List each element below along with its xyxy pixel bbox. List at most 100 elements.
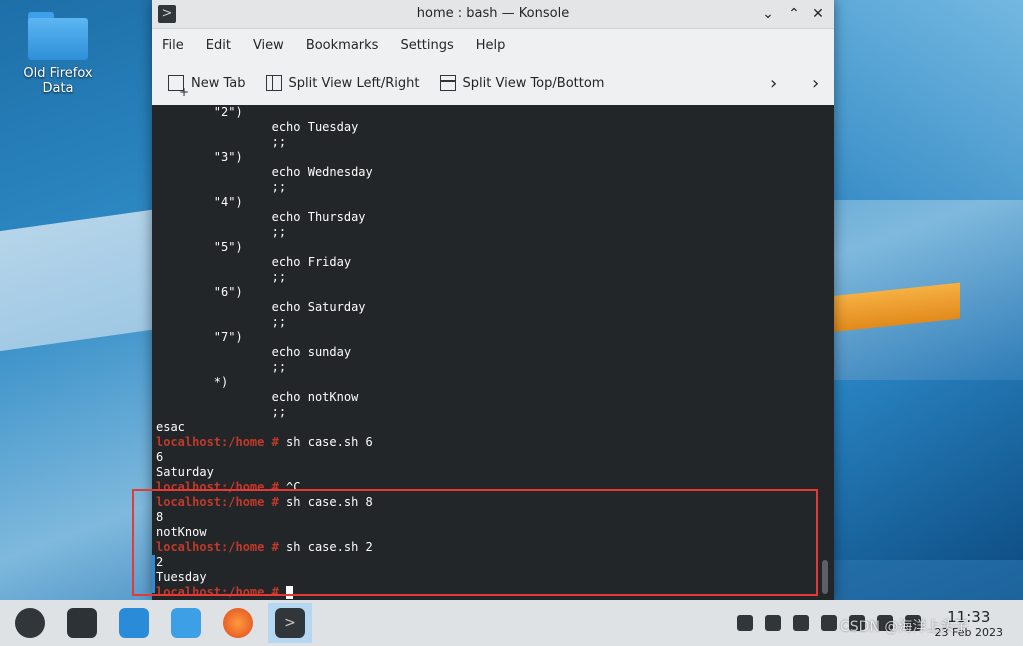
terminal-text: ;;	[156, 180, 287, 194]
wallpaper-shape	[820, 380, 1023, 560]
terminal-text: ;;	[156, 135, 287, 149]
firefox-button[interactable]	[216, 603, 260, 643]
split-left-right-label: Split View Left/Right	[288, 75, 420, 91]
terminal-text: echo Tuesday	[156, 120, 359, 134]
file-manager-icon	[171, 608, 201, 638]
start-menu-button[interactable]	[8, 603, 52, 643]
terminal-scrollbar[interactable]	[822, 560, 828, 594]
minimize-button[interactable]: ⌄	[758, 4, 778, 24]
menu-edit[interactable]: Edit	[206, 38, 231, 53]
wallpaper-shape	[834, 0, 1023, 200]
terminal-line: ;;	[152, 315, 834, 330]
terminal-text: sh case.sh 6	[286, 435, 373, 449]
terminal-text: esac	[156, 420, 185, 434]
watermark: CSDN @海洋上头子	[840, 619, 969, 635]
split-left-right-button[interactable]: Split View Left/Right	[265, 75, 420, 91]
terminal-line: echo Tuesday	[152, 120, 834, 135]
terminal-line: "5")	[152, 240, 834, 255]
terminal-text: echo Wednesday	[156, 165, 373, 179]
terminal-line: ;;	[152, 135, 834, 150]
terminal-line: "3")	[152, 150, 834, 165]
terminal-line: echo sunday	[152, 345, 834, 360]
discover-button[interactable]	[112, 603, 156, 643]
terminal-text: echo Friday	[156, 255, 352, 269]
konsole-icon: >	[275, 608, 305, 638]
terminal-line: ;;	[152, 360, 834, 375]
terminal-text: echo Saturday	[156, 300, 366, 314]
volume-muted-icon[interactable]	[820, 615, 837, 631]
menu-help[interactable]: Help	[476, 38, 506, 53]
system-settings-button[interactable]	[60, 603, 104, 643]
annotation-highlight-box	[132, 489, 818, 596]
terminal-text: ;;	[156, 405, 287, 419]
terminal-line: ;;	[152, 180, 834, 195]
window-title: home : bash — Konsole	[416, 6, 570, 21]
terminal-line: 6	[152, 450, 834, 465]
terminal-line: "2")	[152, 105, 834, 120]
terminal-text: ;;	[156, 225, 287, 239]
menu-settings[interactable]: Settings	[400, 38, 453, 53]
split-top-bottom-icon	[439, 75, 456, 91]
toolbar: New Tab Split View Left/Right Split View…	[152, 61, 834, 106]
new-tab-button[interactable]: New Tab	[168, 75, 246, 99]
close-button[interactable]: ✕	[808, 4, 828, 24]
split-left-right-icon	[265, 75, 282, 91]
terminal-text: "5")	[156, 240, 243, 254]
split-top-bottom-button[interactable]: Split View Top/Bottom	[439, 75, 605, 91]
terminal-text: echo notKnow	[156, 390, 359, 404]
new-tab-icon	[168, 75, 189, 99]
terminal-text: echo sunday	[156, 345, 352, 359]
title-bar[interactable]: > home : bash — Konsole ⌄ ⌃ ✕	[152, 0, 834, 29]
terminal-line: echo notKnow	[152, 390, 834, 405]
terminal-line: Saturday	[152, 465, 834, 480]
terminal-line: echo Thursday	[152, 210, 834, 225]
discover-icon	[119, 608, 149, 638]
desktop-icon-label: Old Firefox Data	[23, 66, 93, 96]
terminal-text: "2")	[156, 105, 243, 119]
start-menu-icon	[15, 608, 45, 638]
keyboard-icon[interactable]	[792, 615, 809, 631]
menu-bookmarks[interactable]: Bookmarks	[306, 38, 379, 53]
chevron-right-icon[interactable]: ›	[812, 73, 819, 94]
terminal-text: "4")	[156, 195, 243, 209]
chevron-right-icon[interactable]: ›	[770, 73, 777, 94]
wallpaper-shape	[820, 282, 960, 334]
file-manager-button[interactable]	[164, 603, 208, 643]
terminal-text: "7")	[156, 330, 243, 344]
terminal-line: echo Wednesday	[152, 165, 834, 180]
terminal-line: "6")	[152, 285, 834, 300]
terminal-text: "6")	[156, 285, 243, 299]
terminal-line: "7")	[152, 330, 834, 345]
konsole-task-button[interactable]: >	[268, 603, 312, 643]
terminal-line: localhost:/home # sh case.sh 6	[152, 435, 834, 450]
shell-prompt: localhost:/home #	[156, 435, 287, 449]
terminal-text: ;;	[156, 315, 287, 329]
terminal-line: "4")	[152, 195, 834, 210]
maximize-button[interactable]: ⌃	[784, 4, 804, 24]
terminal-text: "3")	[156, 150, 243, 164]
menu-bar: File Edit View Bookmarks Settings Help	[152, 29, 834, 61]
terminal-line: ;;	[152, 225, 834, 240]
new-tab-label: New Tab	[191, 75, 246, 91]
terminal-text: echo Thursday	[156, 210, 366, 224]
terminal-line: *)	[152, 375, 834, 390]
split-top-bottom-label: Split View Top/Bottom	[462, 75, 605, 91]
network-icon[interactable]	[736, 615, 753, 631]
terminal-text: ;;	[156, 360, 287, 374]
terminal-line: echo Saturday	[152, 300, 834, 315]
firefox-icon	[223, 608, 253, 638]
terminal-line: ;;	[152, 270, 834, 285]
menu-view[interactable]: View	[253, 38, 284, 53]
system-settings-icon	[67, 608, 97, 638]
terminal-text: Saturday	[156, 465, 214, 479]
terminal-text: *)	[156, 375, 229, 389]
terminal-text: 6	[156, 450, 164, 464]
desktop-folder-old-firefox-data[interactable]: Old Firefox Data	[6, 12, 110, 96]
terminal-text: ;;	[156, 270, 287, 284]
terminal-line: echo Friday	[152, 255, 834, 270]
terminal-line: esac	[152, 420, 834, 435]
clipboard-icon[interactable]	[764, 615, 781, 631]
menu-file[interactable]: File	[162, 38, 184, 53]
terminal-line: ;;	[152, 405, 834, 420]
folder-icon	[28, 12, 88, 60]
